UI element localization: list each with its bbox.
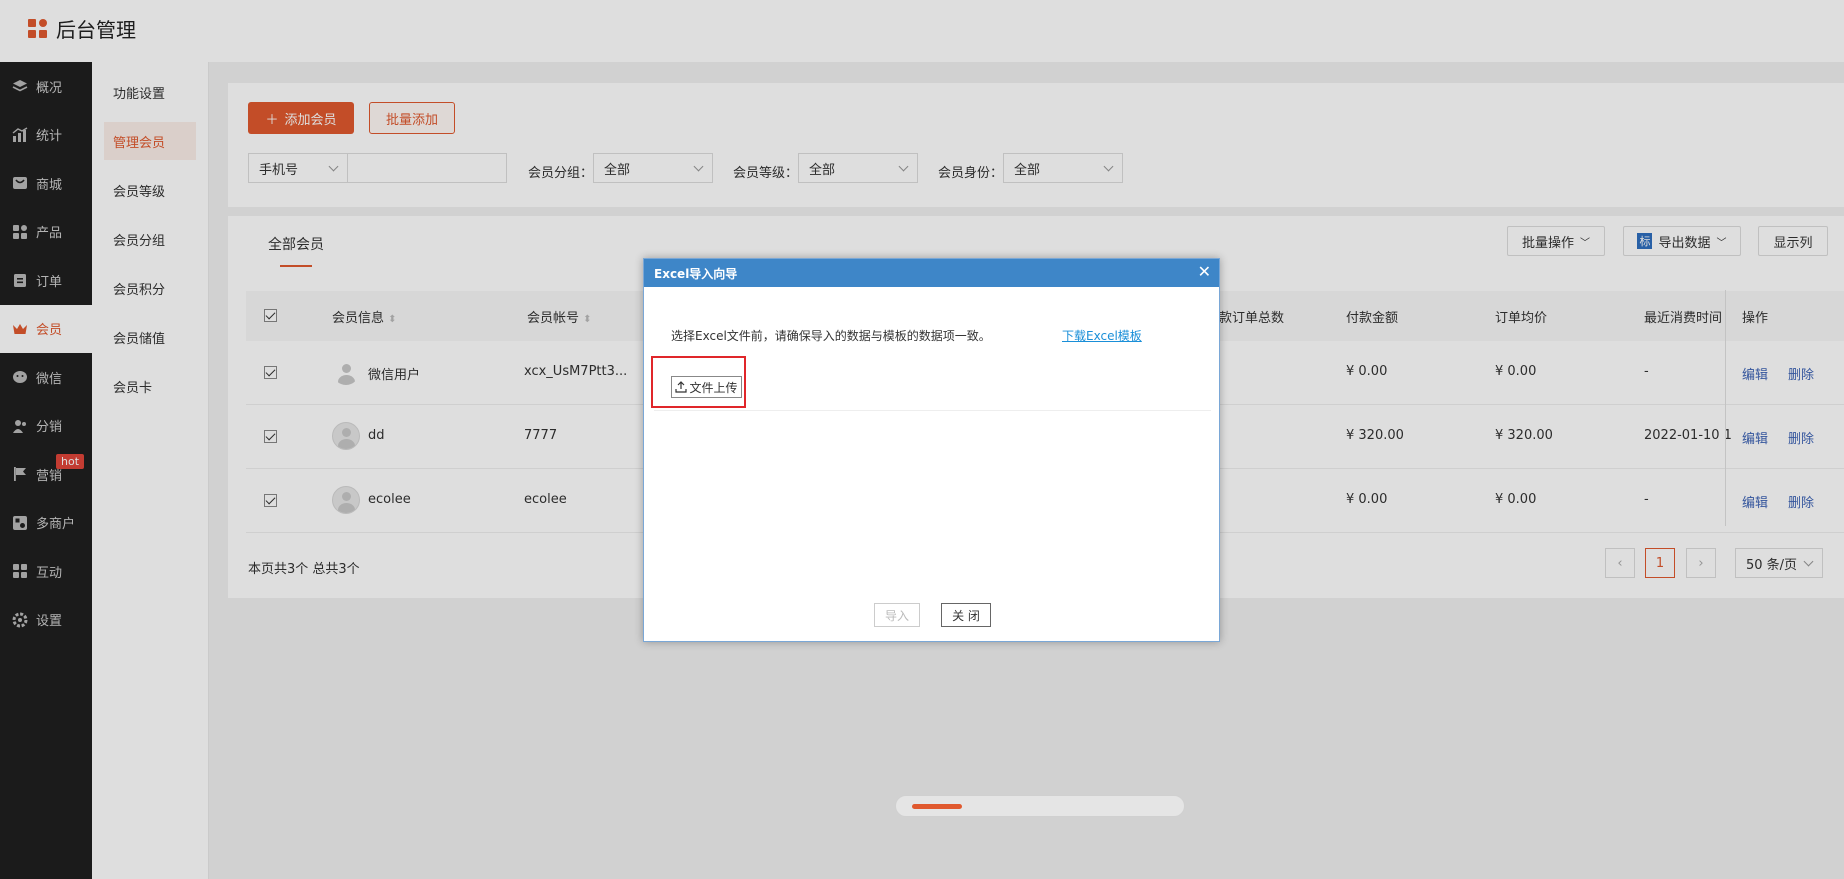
- download-template-link[interactable]: 下载Excel模板: [1062, 327, 1142, 344]
- dialog-instruction: 选择Excel文件前，请确保导入的数据与模板的数据项一致。: [671, 329, 991, 343]
- dialog-title: Excel导入向导: [654, 266, 738, 281]
- dialog-title-bar: Excel导入向导 ✕: [644, 259, 1219, 287]
- scrollbar-thumb[interactable]: [912, 804, 962, 809]
- close-icon[interactable]: ✕: [1198, 264, 1211, 280]
- file-upload-button[interactable]: 文件上传: [671, 376, 742, 398]
- dialog-close-button[interactable]: 关 闭: [941, 603, 991, 627]
- excel-import-dialog: Excel导入向导 ✕ 选择Excel文件前，请确保导入的数据与模板的数据项一致…: [643, 258, 1220, 642]
- dialog-divider: [654, 410, 1211, 411]
- upload-icon: [675, 381, 688, 393]
- import-button[interactable]: 导入: [874, 603, 920, 627]
- horizontal-scrollbar[interactable]: [895, 795, 1185, 817]
